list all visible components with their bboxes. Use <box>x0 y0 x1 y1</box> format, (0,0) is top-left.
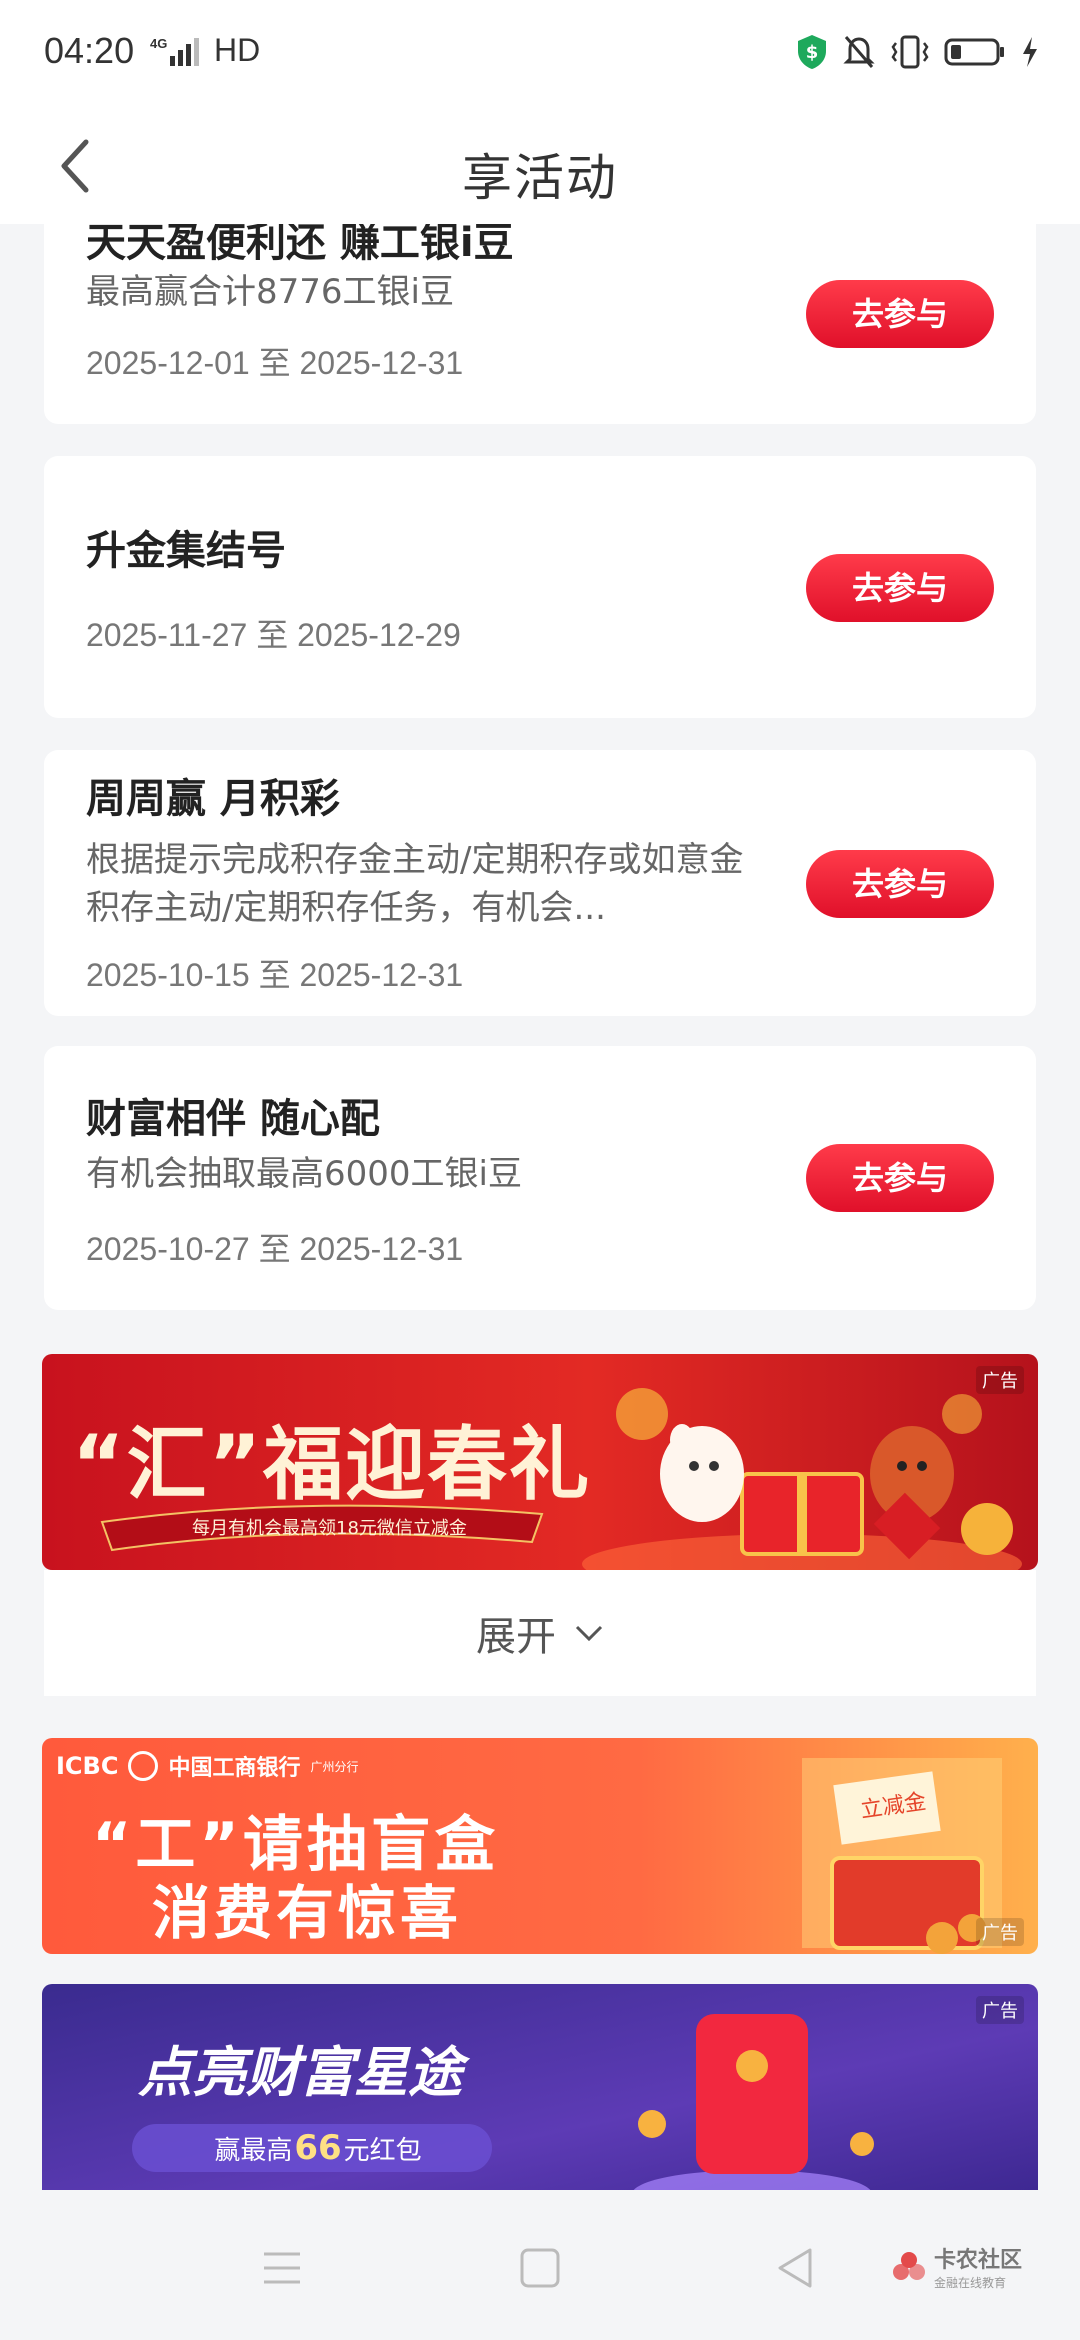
charging-icon <box>1023 37 1037 67</box>
banner-subtitle: 赢最高 66 元红包 <box>214 2128 422 2168</box>
watermark-logo-icon <box>892 2251 925 2280</box>
expand-label: 展开 <box>476 1614 556 1660</box>
wealth-star-banner[interactable]: 点亮财富星途 赢最高 66 元红包 广告 <box>42 1984 1038 2190</box>
page-title: 享活动 <box>462 149 618 207</box>
menu-icon[interactable] <box>252 2238 312 2298</box>
activity-desc: 根据提示完成积存金主动/定期积存或如意金积存主动/定期积存任务，有机会... <box>86 840 744 928</box>
vibrate-icon <box>891 35 929 69</box>
join-button[interactable]: 去参与 <box>806 1144 994 1212</box>
activity-date: 2025-10-15 至 2025-12-31 <box>86 957 464 993</box>
system-nav-bar: 卡农社区 金融在线教育 <box>0 2190 1080 2340</box>
nav-bar: 享活动 <box>0 108 1080 224</box>
activity-card[interactable]: 周周赢 月积彩 根据提示完成积存金主动/定期积存或如意金积存主动/定期积存任务，… <box>44 750 1036 1016</box>
battery-icon <box>944 38 1004 66</box>
activity-card[interactable]: 天天盈便利还 赚工银i豆 最高赢合计8776工银i豆 2025-12-01 至 … <box>44 224 1036 424</box>
banner-title: 点亮财富星途 <box>138 2041 462 2104</box>
watermark-main: 卡农社区 <box>933 2248 1022 2273</box>
svg-text:$: $ <box>806 42 819 63</box>
join-button[interactable]: 去参与 <box>806 554 994 622</box>
banner-subtitle: 每月有机会最高领18元微信立减金 <box>192 1518 467 1539</box>
status-time: 04:20 <box>44 30 135 71</box>
banner-line2: 消费有惊喜 <box>152 1879 463 1947</box>
activity-date: 2025-12-01 至 2025-12-31 <box>86 345 464 381</box>
watermark: 卡农社区 金融在线教育 <box>892 2242 1022 2291</box>
activity-desc: 最高赢合计8776工银i豆 <box>86 272 454 312</box>
back-triangle-icon[interactable] <box>766 2238 826 2298</box>
signal-icon: 4G <box>150 36 199 66</box>
status-bar: 04:20 4G HD $ <box>0 0 1080 108</box>
activity-date: 2025-11-27 至 2025-12-29 <box>86 617 461 653</box>
activity-title: 天天盈便利还 赚工银i豆 <box>86 224 514 266</box>
shield-icon: $ <box>798 35 826 69</box>
activity-list[interactable]: 天天盈便利还 赚工银i豆 最高赢合计8776工银i豆 2025-12-01 至 … <box>0 224 1080 2190</box>
activity-title: 周周赢 月积彩 <box>86 776 340 822</box>
banner-title: “汇”福迎春礼 <box>72 1418 592 1511</box>
activity-title: 财富相伴 随心配 <box>86 1096 380 1142</box>
join-button[interactable]: 去参与 <box>806 850 994 918</box>
mute-icon <box>843 36 875 68</box>
chevron-down-icon <box>575 1625 603 1642</box>
status-icons: $ <box>796 30 1040 74</box>
blind-box-banner[interactable]: ICBC 中国工商银行 广州分行 “工”请抽盲盒 消费有惊喜 立减金 广告 <box>42 1738 1038 1954</box>
watermark-sub: 金融在线教育 <box>933 2276 1006 2290</box>
ad-label: 广告 <box>976 1366 1024 1394</box>
join-button[interactable]: 去参与 <box>806 280 994 348</box>
activity-card[interactable]: 财富相伴 随心配 有机会抽取最高6000工银i豆 2025-10-27 至 20… <box>44 1046 1036 1310</box>
activity-date: 2025-10-27 至 2025-12-31 <box>86 1231 464 1267</box>
expand-button[interactable]: 展开 <box>44 1570 1036 1696</box>
activity-desc: 有机会抽取最高6000工银i豆 <box>86 1154 522 1194</box>
ad-label: 广告 <box>976 1996 1024 2024</box>
hd-indicator: HD <box>214 32 261 68</box>
ad-label: 广告 <box>976 1918 1024 1946</box>
svg-text:4G: 4G <box>150 36 167 51</box>
activity-title: 升金集结号 <box>86 528 286 574</box>
icbc-logo: ICBC 中国工商银行 广州分行 <box>56 1751 359 1781</box>
activity-card[interactable]: 升金集结号 2025-11-27 至 2025-12-29 去参与 <box>44 456 1036 718</box>
spring-festival-banner[interactable]: “汇”福迎春礼 每月有机会最高领18元微信立减金 广告 <box>42 1354 1038 1570</box>
home-icon[interactable] <box>510 2238 570 2298</box>
